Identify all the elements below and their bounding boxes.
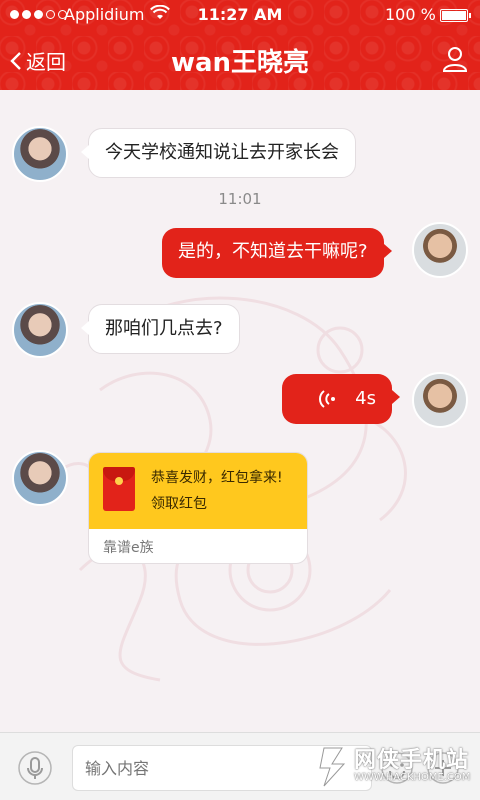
red-packet-greeting: 恭喜发财，红包拿来! <box>151 470 283 486</box>
site-watermark: 网侠手机站 WWW.HACKHOME.COM <box>316 742 476 794</box>
contact-avatar[interactable] <box>12 302 68 358</box>
voice-message-bubble[interactable]: 4s <box>282 374 400 424</box>
red-packet-action: 领取红包 <box>151 496 207 512</box>
watermark-url: WWW.HACKHOME.COM <box>354 772 471 783</box>
voice-input-button[interactable] <box>18 751 52 785</box>
profile-button[interactable] <box>442 46 468 72</box>
top-bar: Applidium 11:27 AM 100 % 返回 wan王晓亮 <box>0 0 480 90</box>
red-packet-card[interactable]: 恭喜发财，红包拿来! 领取红包 靠谱e族 <box>88 452 308 564</box>
page-title: wan王晓亮 <box>170 48 310 78</box>
status-bar: Applidium 11:27 AM 100 % <box>0 0 480 30</box>
message-bubble[interactable]: 是的，不知道去干嘛呢? <box>162 228 392 278</box>
battery-icon <box>440 9 471 22</box>
voice-wave-icon <box>319 390 336 408</box>
red-packet-source: 靠谱e族 <box>103 540 154 556</box>
message-timestamp: 11:01 <box>218 190 262 208</box>
contact-avatar[interactable] <box>12 126 68 182</box>
voice-duration: 4s <box>355 388 376 409</box>
contact-avatar[interactable] <box>12 450 68 506</box>
red-envelope-icon <box>103 467 135 511</box>
watermark-name: 网侠手机站 <box>354 748 470 773</box>
person-icon <box>442 47 468 72</box>
message-bubble[interactable]: 那咱们几点去? <box>81 304 240 354</box>
message-bubble[interactable]: 今天学校通知说让去开家长会 <box>81 128 356 178</box>
watermark-logo-icon <box>319 747 346 787</box>
mic-icon <box>18 751 52 785</box>
chat-area[interactable]: 今天学校通知说让去开家长会 11:01 是的，不知道去干嘛呢? 那咱们几点去? … <box>0 90 480 732</box>
my-avatar[interactable] <box>412 372 468 428</box>
my-avatar[interactable] <box>412 222 468 278</box>
battery-percent: 100 % <box>385 5 436 24</box>
